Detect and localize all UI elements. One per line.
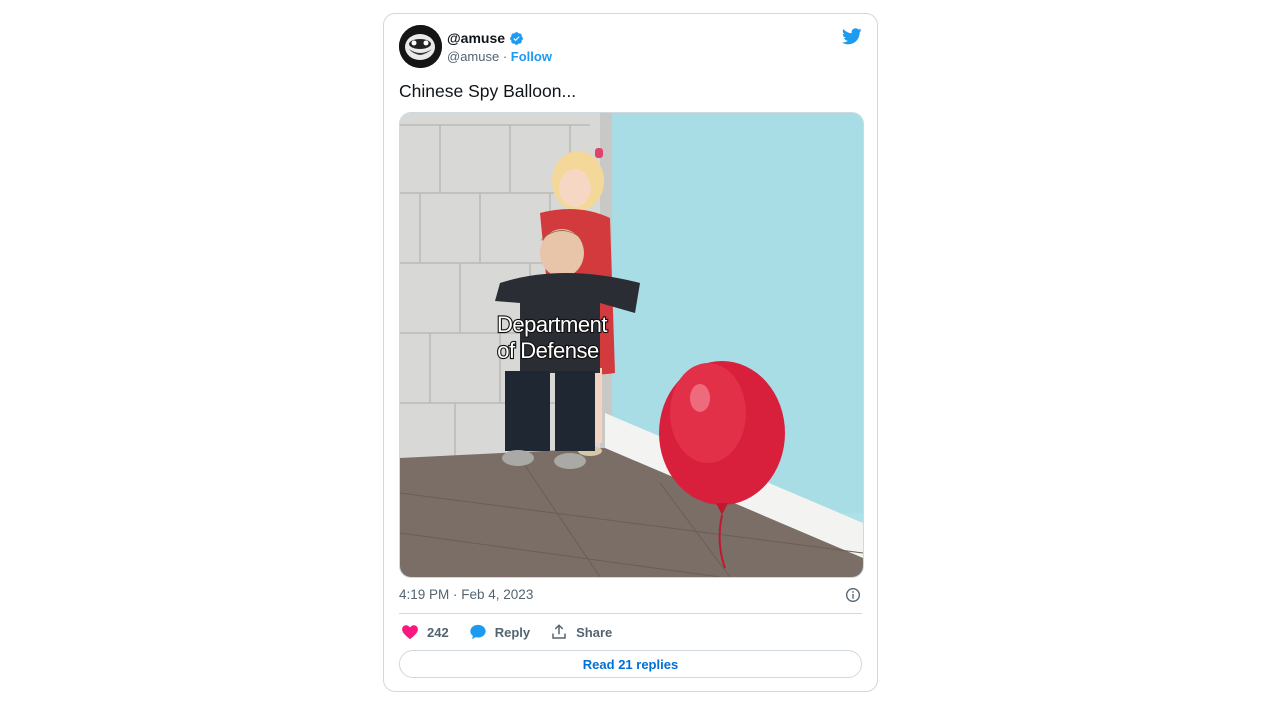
heart-icon: [402, 625, 418, 640]
meme-caption-line-2: of Defense: [497, 338, 599, 363]
tweet-card: @amuse @amuse · Follow Chinese Spy Ballo…: [383, 13, 878, 692]
reply-label: Reply: [494, 624, 531, 640]
like-count: 242: [427, 624, 449, 640]
action-bar: 242 Reply Share: [401, 623, 632, 641]
read-replies-button[interactable]: Read 21 replies: [399, 650, 862, 678]
twitter-bird-icon[interactable]: [841, 26, 863, 46]
follow-link[interactable]: Follow: [511, 49, 552, 64]
like-button[interactable]: 242: [401, 623, 449, 641]
verified-badge-icon: [510, 31, 523, 45]
display-name[interactable]: @amuse: [447, 30, 505, 46]
share-button[interactable]: Share: [550, 623, 612, 641]
share-upload-icon: [552, 624, 566, 639]
author-name-row[interactable]: @amuse: [447, 30, 524, 46]
speech-bubble-icon: [470, 624, 486, 640]
reply-button[interactable]: Reply: [469, 623, 530, 641]
tweet-media[interactable]: Department of Defense: [399, 112, 864, 578]
tweet-timestamp[interactable]: 4:19 PM · Feb 4, 2023: [399, 587, 533, 602]
meme-image: Department of Defense: [400, 113, 863, 577]
share-label: Share: [576, 624, 613, 640]
avatar-image: [399, 25, 442, 68]
divider: [399, 613, 862, 614]
handle-row: @amuse · Follow: [447, 49, 552, 64]
tweet-text: Chinese Spy Balloon...: [399, 81, 577, 101]
info-icon[interactable]: [845, 587, 861, 603]
handle-separator: ·: [499, 49, 511, 64]
handle[interactable]: @amuse: [447, 49, 499, 64]
avatar[interactable]: [399, 25, 442, 68]
meme-caption-line-1: Department: [497, 312, 607, 337]
